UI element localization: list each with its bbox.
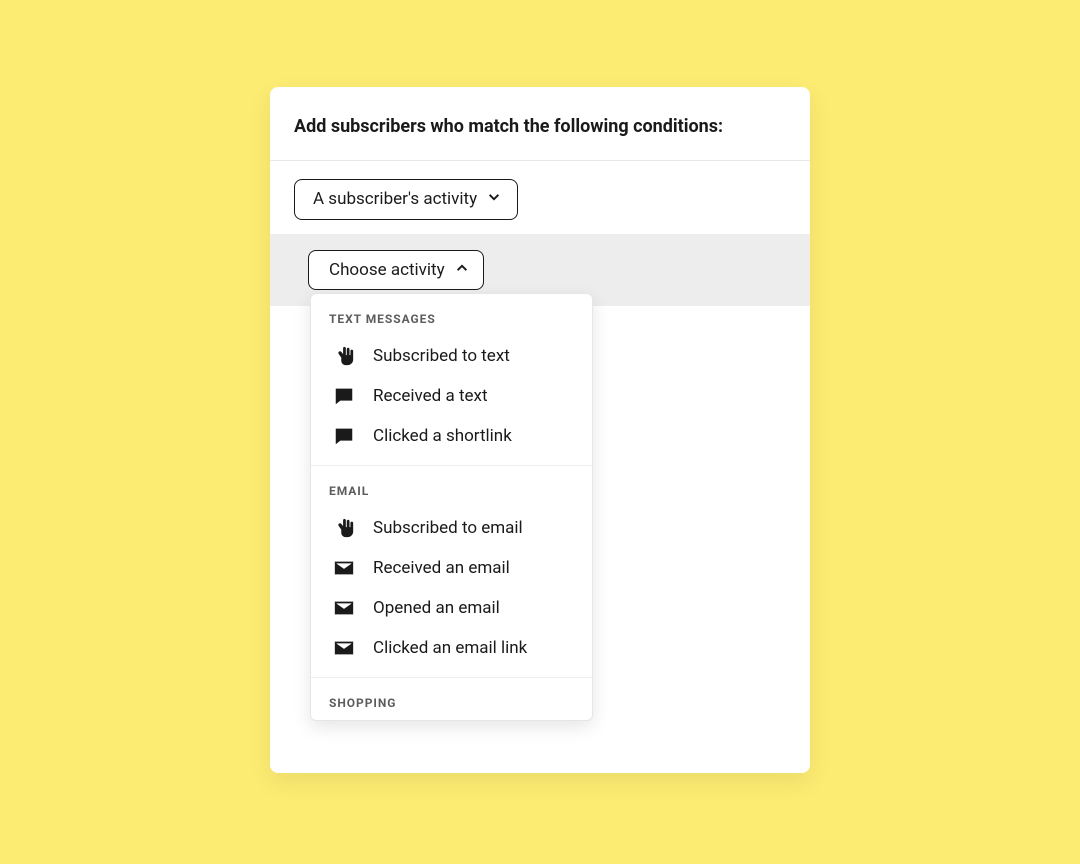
option-label: Received an email [373,558,510,578]
activity-select-label: Choose activity [329,260,445,280]
activity-dropdown: TEXT MESSAGES Subscribed to text Receive… [310,293,593,721]
group-label: SHOPPING [311,678,592,720]
option-clicked-a-shortlink[interactable]: Clicked a shortlink [311,416,592,465]
dropdown-group-shopping: SHOPPING [311,678,592,720]
dropdown-group-text-messages: TEXT MESSAGES Subscribed to text Receive… [311,294,592,466]
option-label: Clicked an email link [373,638,527,658]
option-label: Clicked a shortlink [373,426,512,446]
chat-icon [333,425,355,447]
option-label: Subscribed to email [373,518,523,538]
option-received-an-email[interactable]: Received an email [311,548,592,588]
option-subscribed-to-email[interactable]: Subscribed to email [311,508,592,548]
option-label: Subscribed to text [373,346,510,366]
condition-type-select[interactable]: A subscriber's activity [294,179,518,219]
chevron-up-icon [455,260,469,280]
chat-icon [333,385,355,407]
card-title: Add subscribers who match the following … [294,115,786,138]
group-label: TEXT MESSAGES [311,294,592,336]
hand-icon [333,345,355,367]
mail-icon [333,557,355,579]
option-label: Received a text [373,386,488,406]
card-header: Add subscribers who match the following … [270,87,810,161]
mail-icon [333,597,355,619]
condition-row: A subscriber's activity [270,161,810,233]
option-received-a-text[interactable]: Received a text [311,376,592,416]
chevron-down-icon [487,189,501,209]
option-clicked-an-email-link[interactable]: Clicked an email link [311,628,592,677]
activity-select[interactable]: Choose activity [308,250,484,290]
group-label: EMAIL [311,466,592,508]
mail-icon [333,637,355,659]
condition-type-label: A subscriber's activity [313,189,477,209]
option-opened-an-email[interactable]: Opened an email [311,588,592,628]
dropdown-group-email: EMAIL Subscribed to email Received an em… [311,466,592,678]
option-subscribed-to-text[interactable]: Subscribed to text [311,336,592,376]
option-label: Opened an email [373,598,500,618]
hand-icon [333,517,355,539]
